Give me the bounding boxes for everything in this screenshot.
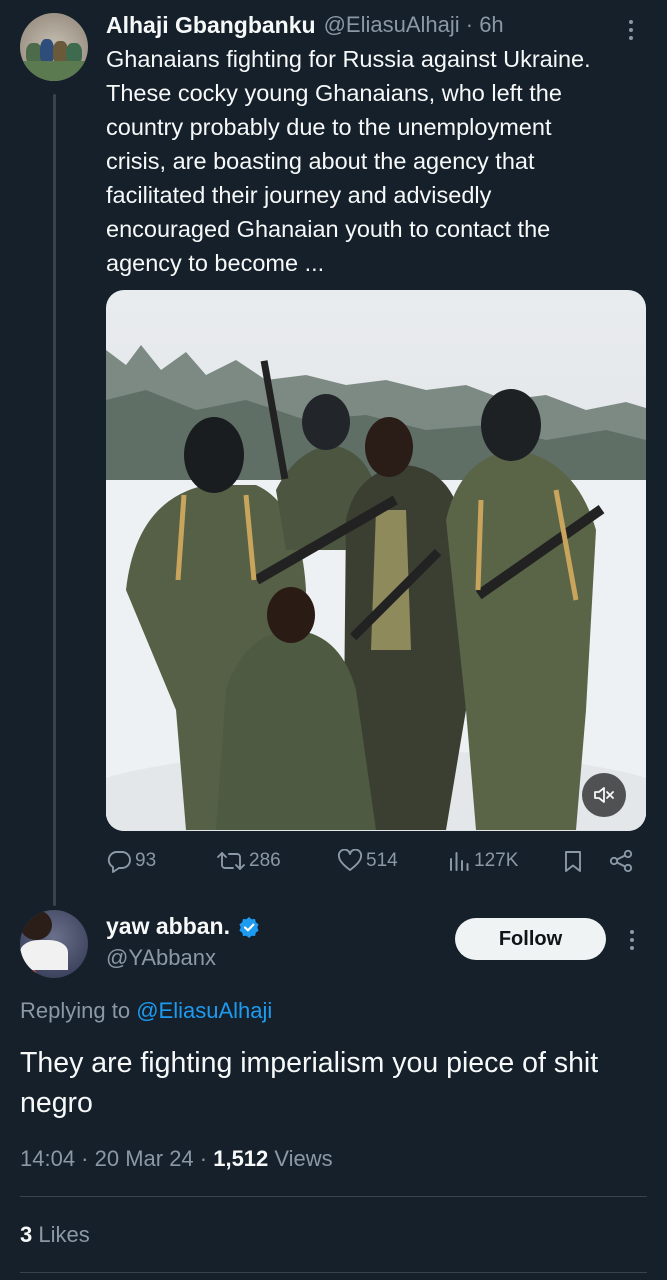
replying-to-line: Replying to @EliasuAlhaji	[20, 998, 272, 1024]
author-display-name[interactable]: Alhaji Gbangbanku	[106, 12, 316, 39]
tweet-text-line: crisis, are boasting about the agency th…	[106, 148, 535, 174]
share-button[interactable]	[608, 846, 634, 876]
reply-count: 93	[135, 850, 157, 871]
tweet-text-line: These cocky young Ghanaians, who left th…	[106, 80, 562, 106]
reply-author-display-name[interactable]: yaw abban.	[106, 913, 230, 940]
divider	[20, 1272, 647, 1273]
like-button[interactable]: 514	[337, 846, 398, 876]
thread-connector-line	[53, 94, 56, 906]
heart-icon	[337, 849, 363, 871]
bookmark-icon	[565, 851, 581, 872]
reply-tweet-text: They are fighting imperialism you piece …	[20, 1047, 599, 1119]
share-icon	[609, 849, 633, 873]
divider	[20, 1196, 647, 1197]
tweet-text-line: agency to become ...	[106, 250, 325, 276]
verified-badge-icon[interactable]	[238, 916, 260, 938]
tweet-text-line: country probably due to the unemployment	[106, 114, 552, 140]
likes-count: 3	[20, 1222, 33, 1247]
avatar[interactable]	[20, 13, 88, 81]
repost-count: 286	[249, 850, 281, 871]
tweet-timestamp[interactable]: 14:04 · 20 Mar 24 ·	[20, 1146, 213, 1171]
tweet-text-line: Ghanaians fighting for Russia against Uk…	[106, 46, 591, 72]
views-count: 1,512	[213, 1146, 269, 1171]
video-media[interactable]	[106, 290, 646, 831]
view-count: 127K	[474, 850, 519, 871]
speaker-muted-icon	[594, 787, 614, 803]
tweet-header: Alhaji Gbangbanku @EliasuAlhaji · 6h	[106, 10, 647, 40]
bookmark-button[interactable]	[561, 846, 585, 876]
reply-author-name-row: yaw abban.	[106, 913, 260, 940]
replying-to-mention-link[interactable]: @EliasuAlhaji	[136, 998, 272, 1023]
analytics-bar-icon	[450, 852, 469, 871]
like-count: 514	[366, 850, 398, 871]
tweet-timestamp-and-views: 14:04 · 20 Mar 24 · 1,512 Views	[20, 1146, 333, 1172]
tweet-detail-page: Alhaji Gbangbanku @EliasuAlhaji · 6h Gha…	[0, 0, 667, 1280]
reply-author-handle[interactable]: @YAbbanx	[106, 945, 216, 971]
follow-button[interactable]: Follow	[455, 918, 606, 960]
likes-label: Likes	[32, 1222, 90, 1247]
more-options-icon[interactable]	[621, 16, 641, 44]
more-options-icon[interactable]	[622, 926, 642, 954]
mute-toggle-button[interactable]	[582, 773, 626, 817]
views-label: Views	[268, 1146, 333, 1171]
avatar[interactable]	[20, 910, 88, 978]
tweet-text-line: facilitated their journey and advisedly	[106, 182, 492, 208]
replying-to-prefix: Replying to	[20, 998, 131, 1023]
reply-icon	[107, 851, 131, 873]
likes-summary-link[interactable]: 3 Likes	[20, 1222, 90, 1248]
reply-button[interactable]: 93	[106, 846, 156, 876]
tweet-text: Ghanaians fighting for Russia against Uk…	[106, 42, 646, 280]
tweet-action-bar: 93 286 514 127K	[106, 846, 646, 876]
tweet-text-line: encouraged Ghanaian youth to contact the	[106, 216, 551, 242]
views-button[interactable]: 127K	[447, 846, 518, 876]
video-frame-illustration	[106, 290, 646, 831]
author-handle-and-time[interactable]: @EliasuAlhaji · 6h	[324, 12, 504, 38]
repost-icon	[217, 852, 245, 870]
repost-button[interactable]: 286	[216, 846, 281, 876]
